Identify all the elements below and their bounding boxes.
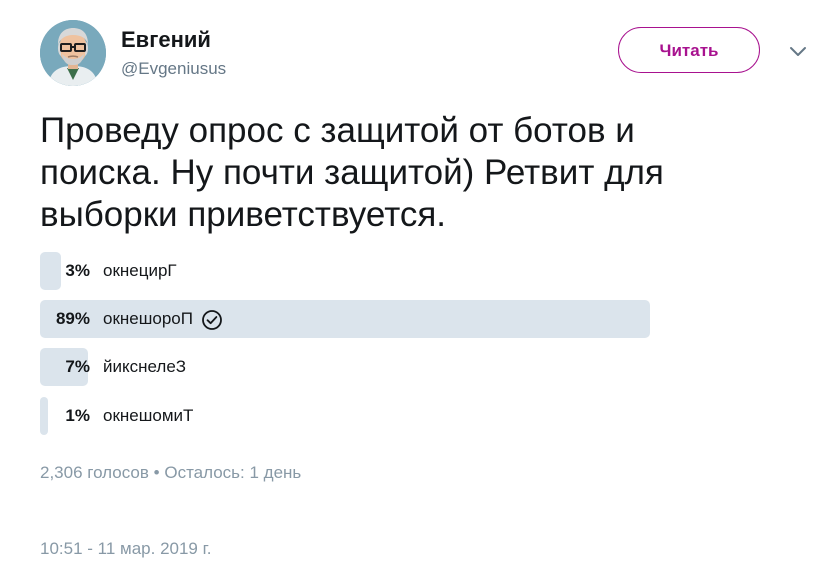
poll-option-winner: 89% окнешороП <box>40 300 740 338</box>
poll-option-text: окнешомиТ <box>103 406 194 425</box>
poll-percent: 7% <box>65 357 90 376</box>
poll-option-label: йикснелеЗ <box>103 348 186 386</box>
poll-option-text: окнецирГ <box>103 261 177 280</box>
poll-percent: 89% <box>55 309 90 328</box>
poll-option-label: окнецирГ <box>103 252 177 290</box>
poll-vote-count[interactable]: 2,306 голосов <box>40 463 149 482</box>
poll-percent: 3% <box>65 261 90 280</box>
poll-option-text: окнешороП <box>103 309 193 328</box>
poll-option: 7% йикснелеЗ <box>40 348 740 386</box>
poll-option: 3% окнецирГ <box>40 252 740 290</box>
tweet-timestamp[interactable]: 10:51 - 11 мар. 2019 г. <box>40 539 211 559</box>
user-name[interactable]: Евгений <box>121 27 211 53</box>
chevron-down-icon[interactable] <box>789 44 807 58</box>
tweet-text-line: выборки приветствуется. <box>40 195 447 234</box>
avatar[interactable] <box>40 20 106 86</box>
poll-option-label: окнешомиТ <box>103 397 193 435</box>
follow-button[interactable]: Читать <box>618 27 760 73</box>
poll-separator: • <box>153 463 160 482</box>
poll-footer: 2,306 голосов • Осталось: 1 день <box>40 463 301 483</box>
user-handle[interactable]: @Evgeniusus <box>121 59 226 79</box>
tweet-text: Проведу опрос с защитой от ботов и поиск… <box>40 110 800 236</box>
tweet-text-line: поиска. Ну почти защитой) Ретвит для <box>40 153 664 192</box>
poll-time-remaining: Осталось: 1 день <box>164 463 302 482</box>
poll-percent: 1% <box>65 406 90 425</box>
avatar-image <box>40 20 106 86</box>
poll-option: 1% окнешомиТ <box>40 397 740 435</box>
poll-option-text: йикснелеЗ <box>103 357 187 376</box>
poll-option-label: окнешороП <box>103 300 223 338</box>
tweet-text-line: Проведу опрос с защитой от ботов и <box>40 111 635 150</box>
check-circle-icon <box>201 307 223 330</box>
